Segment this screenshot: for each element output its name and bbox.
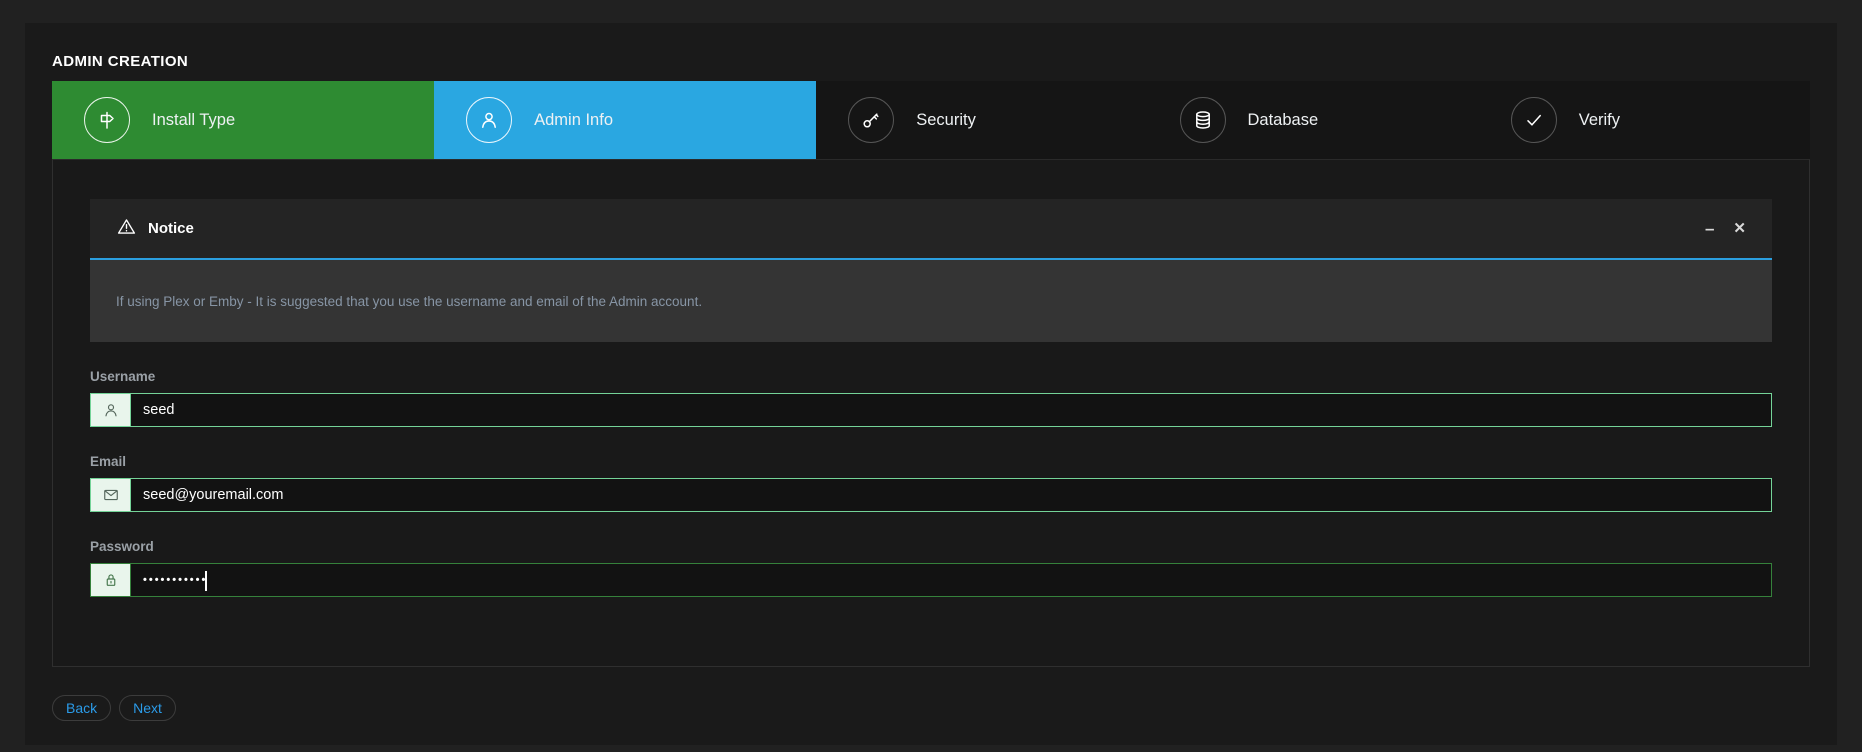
page-title: ADMIN CREATION — [52, 23, 1810, 70]
password-input[interactable] — [131, 564, 1771, 596]
step-install-type[interactable]: Install Type — [52, 81, 434, 159]
step-label: Security — [916, 111, 976, 130]
wizard-steps: Install Type Admin Info Security Databas… — [52, 81, 1810, 159]
step-label: Verify — [1579, 111, 1620, 130]
email-group — [90, 478, 1772, 512]
step-verify[interactable]: Verify — [1479, 81, 1810, 159]
password-label: Password — [90, 539, 1772, 554]
notice-title: Notice — [148, 220, 194, 237]
database-icon — [1180, 97, 1226, 143]
notice-controls: – ✕ — [1705, 220, 1746, 237]
back-button[interactable]: Back — [52, 695, 111, 721]
step-label: Install Type — [152, 111, 235, 130]
check-icon — [1511, 97, 1557, 143]
wizard-actions: Back Next — [52, 695, 1810, 721]
step-security[interactable]: Security — [816, 81, 1147, 159]
user-icon — [466, 97, 512, 143]
key-icon — [848, 97, 894, 143]
close-button[interactable]: ✕ — [1733, 221, 1746, 236]
user-icon — [91, 394, 131, 426]
signpost-icon — [84, 97, 130, 143]
minimize-button[interactable]: – — [1705, 220, 1714, 237]
notice-text: If using Plex or Emby - It is suggested … — [116, 294, 702, 309]
username-label: Username — [90, 369, 1772, 384]
step-admin-info[interactable]: Admin Info — [434, 81, 816, 159]
notice-body: If using Plex or Emby - It is suggested … — [90, 260, 1772, 342]
email-input[interactable] — [131, 479, 1771, 511]
admin-creation-window: ADMIN CREATION Install Type Admin Info S… — [25, 23, 1837, 745]
username-group — [90, 393, 1772, 427]
lock-icon — [91, 564, 131, 596]
next-button[interactable]: Next — [119, 695, 176, 721]
step-database[interactable]: Database — [1148, 81, 1479, 159]
step-label: Database — [1248, 111, 1319, 130]
text-caret — [205, 571, 207, 591]
notice-panel: Notice – ✕ If using Plex or Emby - It is… — [90, 199, 1772, 342]
username-input[interactable] — [131, 394, 1771, 426]
password-group — [90, 563, 1772, 597]
notice-header: Notice – ✕ — [90, 199, 1772, 260]
warning-icon — [116, 216, 137, 242]
email-label: Email — [90, 454, 1772, 469]
envelope-icon — [91, 479, 131, 511]
content-panel: Notice – ✕ If using Plex or Emby - It is… — [52, 159, 1810, 667]
step-label: Admin Info — [534, 111, 613, 130]
